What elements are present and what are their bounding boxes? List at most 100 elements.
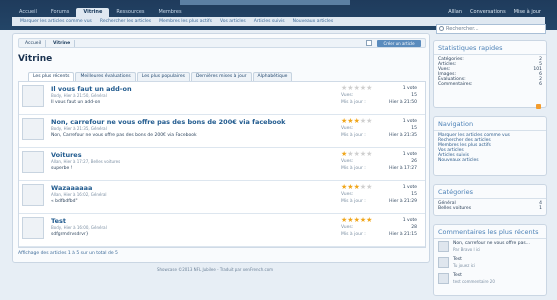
comments-panel: Commentaires les plus récents Non, carre… bbox=[433, 224, 547, 296]
footer-credit: Showcase ©2013 NFL Jubilee - Traduit par… bbox=[156, 267, 274, 272]
subnav-item[interactable]: Nouveaux articles bbox=[289, 17, 338, 26]
subnav-item[interactable]: Marquer les articles comme vus bbox=[16, 17, 96, 26]
tab-last-updated[interactable]: Dernières mises à jour bbox=[190, 72, 252, 81]
category-count: 1 bbox=[539, 206, 542, 211]
article-title[interactable]: Il vous faut un add-on bbox=[51, 85, 132, 93]
views-label: Vues: bbox=[341, 93, 354, 98]
views-label: Vues: bbox=[341, 126, 354, 131]
updated-label: Mis à jour : bbox=[341, 100, 366, 105]
star-icon[interactable]: ★ bbox=[366, 183, 372, 191]
views-label: Vues: bbox=[341, 225, 354, 230]
stat-row: Commentaires: 6 bbox=[434, 82, 546, 87]
category-label: Belles voitures bbox=[438, 206, 472, 211]
article-title[interactable]: Wazaaaaaa bbox=[51, 184, 92, 192]
list-item: Il vous faut un add-on Body, Hier à 21:5… bbox=[19, 82, 425, 115]
page-title: Vitrine bbox=[18, 54, 53, 64]
updated-value: Hier à 21:29 bbox=[389, 199, 417, 204]
stat-label: Commentaires: bbox=[438, 82, 473, 87]
avatar[interactable] bbox=[438, 257, 449, 268]
star-icon[interactable]: ★ bbox=[366, 117, 372, 125]
article-title[interactable]: Test bbox=[51, 217, 66, 225]
comment-title[interactable]: Test bbox=[453, 273, 462, 278]
article-title[interactable]: Voitures bbox=[51, 151, 82, 159]
tab-recent[interactable]: Les plus récents bbox=[28, 72, 75, 81]
article-desc: Non, Carrefour ne vous offre pas des bon… bbox=[51, 133, 197, 138]
comment-title[interactable]: Non, carrefour ne vous offre pas... bbox=[453, 241, 530, 246]
rating-stars[interactable]: ★★★★★ bbox=[341, 184, 372, 191]
subnav-item[interactable]: Vos articles bbox=[216, 17, 250, 26]
rss-icon[interactable] bbox=[536, 104, 541, 109]
navigation-title: Navigation bbox=[434, 117, 546, 131]
avatar[interactable] bbox=[438, 241, 449, 252]
content-tabs: Les plus récents Meilleures évaluations … bbox=[28, 72, 293, 81]
updated-value: Hier à 17:27 bbox=[389, 166, 417, 171]
star-icon[interactable]: ★ bbox=[366, 216, 372, 224]
article-thumbnail[interactable] bbox=[22, 118, 44, 140]
article-desc: « bdfbdfbd" bbox=[51, 199, 78, 204]
search-input[interactable]: Rechercher... bbox=[436, 24, 546, 34]
nav-tab-accueil[interactable]: Accueil bbox=[12, 8, 44, 17]
vote-count: 1 vote bbox=[402, 185, 417, 190]
tab-alphabetical[interactable]: Alphabétique bbox=[252, 72, 293, 81]
nav-tab-ressources[interactable]: Ressources bbox=[109, 8, 151, 17]
updated-label: Mis à jour : bbox=[341, 133, 366, 138]
comment-title[interactable]: Test bbox=[453, 257, 462, 262]
rating-stars[interactable]: ★★★★★ bbox=[341, 85, 372, 92]
main-content: Accueil Vitrine Créer un article Vitrine… bbox=[12, 33, 430, 263]
search-placeholder: Rechercher... bbox=[446, 26, 479, 32]
comment-item: Test Tu jouez ici bbox=[434, 255, 546, 271]
user-links: Alllan Conversations Mise à jour bbox=[444, 8, 545, 17]
tab-best-rated[interactable]: Meilleures évaluations bbox=[75, 72, 136, 81]
star-icon[interactable]: ★ bbox=[366, 150, 372, 158]
views-value: 28 bbox=[411, 225, 417, 230]
nav-tab-membres[interactable]: Membres bbox=[152, 8, 189, 17]
vote-count: 1 vote bbox=[402, 86, 417, 91]
tab-popular[interactable]: Les plus populaires bbox=[136, 72, 190, 81]
vote-count: 1 vote bbox=[402, 119, 417, 124]
nav-tab-vitrine[interactable]: Vitrine bbox=[76, 8, 110, 17]
article-meta: Body, Hier à 21:35, Général bbox=[51, 126, 107, 131]
list-item: Wazaaaaaa Allan, Hier à 16:02, Général «… bbox=[19, 181, 425, 214]
nav-link[interactable]: Nouveaux articles bbox=[434, 158, 546, 163]
user-name-link[interactable]: Alllan bbox=[444, 8, 466, 17]
updates-link[interactable]: Mise à jour bbox=[510, 8, 545, 17]
views-label: Vues: bbox=[341, 159, 354, 164]
article-thumbnail[interactable] bbox=[22, 151, 44, 173]
subnav-item[interactable]: Articles suivis bbox=[250, 17, 289, 26]
stats-title: Statistiques rapides bbox=[434, 41, 546, 55]
article-meta: Allan, Hier à 17:27, Belles voitures bbox=[51, 159, 121, 164]
updated-value: Hier à 21:35 bbox=[389, 133, 417, 138]
nav-tab-forums[interactable]: Forums bbox=[44, 8, 76, 17]
create-article-button[interactable]: Créer un article bbox=[377, 40, 421, 47]
breadcrumb-home[interactable]: Accueil bbox=[21, 40, 47, 47]
article-thumbnail[interactable] bbox=[22, 217, 44, 239]
updated-value: Hier à 21:50 bbox=[389, 100, 417, 105]
comment-meta: Par Bravo l ici bbox=[453, 247, 481, 252]
stats-panel: Statistiques rapides Catégories: 2 Articl… bbox=[433, 40, 547, 109]
rating-stars[interactable]: ★★★★★ bbox=[341, 217, 372, 224]
vote-count: 1 vote bbox=[402, 152, 417, 157]
sub-nav: Marquer les articles comme vus Recherche… bbox=[12, 17, 430, 26]
rating-stars[interactable]: ★★★★★ bbox=[341, 151, 372, 158]
list-item: Non, carrefour ne vous offre pas des bon… bbox=[19, 115, 425, 148]
subnav-item[interactable]: Membres les plus actifs bbox=[155, 17, 216, 26]
article-meta: Body, Hier à 16:00, Général bbox=[51, 225, 107, 230]
star-icon[interactable]: ★ bbox=[366, 84, 372, 92]
article-title[interactable]: Non, carrefour ne vous offre pas des bon… bbox=[51, 118, 286, 126]
updated-label: Mis à jour : bbox=[341, 199, 366, 204]
article-thumbnail[interactable] bbox=[22, 85, 44, 107]
subnav-item[interactable]: Rechercher les articles bbox=[96, 17, 155, 26]
expand-icon[interactable] bbox=[366, 40, 372, 46]
main-nav: Accueil Forums Vitrine Ressources Membre… bbox=[12, 8, 189, 17]
article-meta: Allan, Hier à 16:02, Général bbox=[51, 192, 107, 197]
views-value: 26 bbox=[411, 159, 417, 164]
conversations-link[interactable]: Conversations bbox=[466, 8, 510, 17]
category-row[interactable]: Belles voitures 1 bbox=[434, 206, 546, 211]
avatar[interactable] bbox=[438, 273, 449, 284]
article-meta: Body, Hier à 21:50, Général bbox=[51, 93, 107, 98]
views-value: 15 bbox=[411, 93, 417, 98]
breadcrumb-current[interactable]: Vitrine bbox=[49, 40, 76, 47]
updated-value: Hier à 21:15 bbox=[389, 232, 417, 237]
article-thumbnail[interactable] bbox=[22, 184, 44, 206]
rating-stars[interactable]: ★★★★★ bbox=[341, 118, 372, 125]
